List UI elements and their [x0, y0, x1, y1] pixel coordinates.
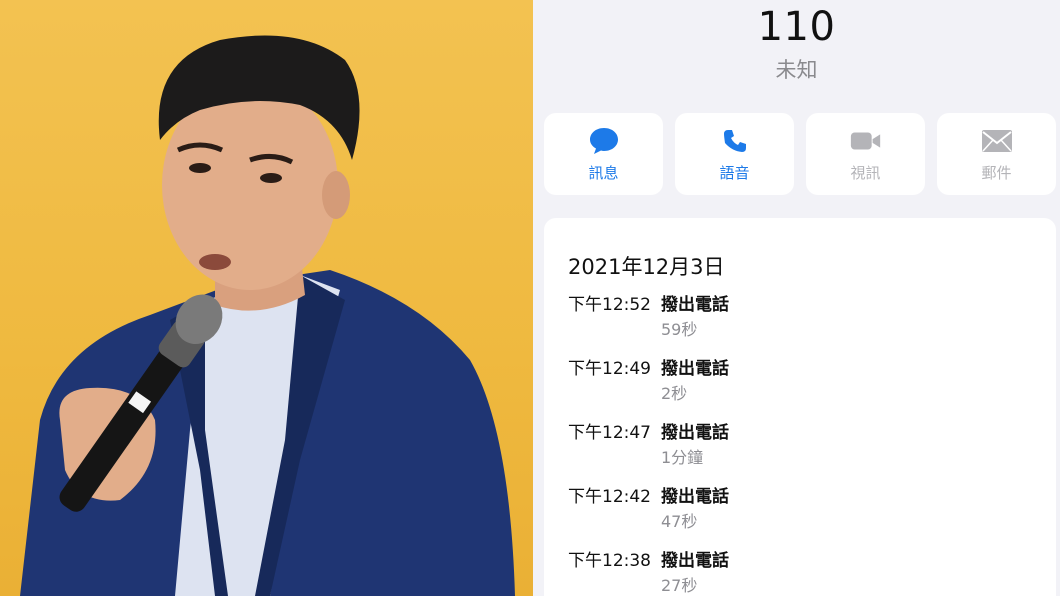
video-label: 視訊	[850, 163, 881, 182]
speaker-illustration	[20, 35, 515, 596]
call-type: 撥出電話	[661, 295, 729, 315]
speaker-photo	[0, 0, 533, 596]
mail-button[interactable]: 郵件	[937, 113, 1056, 195]
caller-label: 未知	[775, 58, 818, 82]
call-type: 撥出電話	[661, 359, 729, 379]
call-entry: 下午12:49 撥出電話 2秒	[568, 354, 968, 412]
call-history-date: 2021年12月3日	[568, 255, 725, 279]
voice-call-button[interactable]: 語音	[675, 113, 794, 195]
call-duration: 27秒	[661, 576, 698, 595]
caller-number: 110	[757, 4, 836, 50]
call-duration: 59秒	[661, 320, 698, 339]
message-label: 訊息	[588, 163, 619, 182]
call-time: 下午12:47	[568, 423, 651, 443]
call-duration: 1分鐘	[661, 448, 704, 467]
call-history-card: 2021年12月3日 下午12:52 撥出電話 59秒 下午12:49 撥出電話…	[544, 218, 1056, 596]
call-duration: 47秒	[661, 512, 698, 531]
call-duration: 2秒	[661, 384, 688, 403]
message-button[interactable]: 訊息	[544, 113, 663, 195]
voice-label: 語音	[719, 163, 750, 182]
call-type: 撥出電話	[661, 423, 729, 443]
call-time: 下午12:38	[568, 551, 651, 571]
call-time: 下午12:49	[568, 359, 651, 379]
call-entry: 下午12:47 撥出電話 1分鐘	[568, 418, 968, 476]
message-bubble-icon	[587, 126, 621, 156]
call-type: 撥出電話	[661, 487, 729, 507]
call-detail-screen: 110 未知 訊息 語音 視訊 郵件 2021年12月3日 下午12:52 撥出…	[533, 0, 1060, 596]
call-entry: 下午12:42 撥出電話 47秒	[568, 482, 968, 540]
contact-actions: 訊息 語音 視訊 郵件	[544, 113, 1060, 197]
call-time: 下午12:42	[568, 487, 651, 507]
video-call-button[interactable]: 視訊	[806, 113, 925, 195]
mail-label: 郵件	[981, 163, 1012, 182]
call-entry: 下午12:52 撥出電話 59秒	[568, 290, 968, 348]
call-entry: 下午12:38 撥出電話 27秒	[568, 546, 968, 596]
call-time: 下午12:52	[568, 295, 651, 315]
phone-icon	[718, 126, 752, 156]
mail-envelope-icon	[980, 126, 1014, 156]
video-camera-icon	[849, 126, 883, 156]
call-type: 撥出電話	[661, 551, 729, 571]
